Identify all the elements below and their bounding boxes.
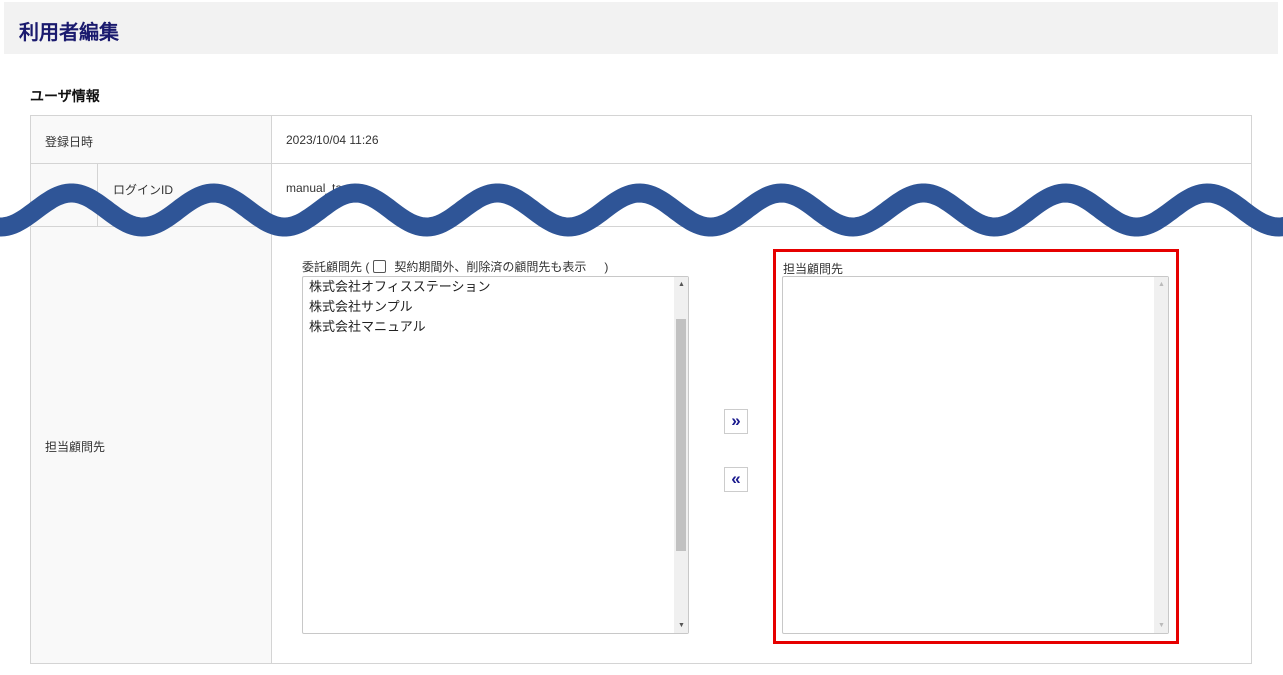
highlight-box [773, 249, 1179, 644]
wave-break-decoration [0, 183, 1283, 237]
registered-label-cell: 登録日時 [30, 115, 272, 164]
page-header: 利用者編集 [4, 2, 1278, 54]
list-item[interactable]: 株式会社オフィスステーション [303, 277, 688, 297]
consigned-advisor-list[interactable]: 株式会社オフィスステーション 株式会社サンプル 株式会社マニュアル ▲ ▼ [302, 276, 689, 634]
wave-line [0, 183, 1283, 237]
registered-value-cell: 2023/10/04 11:26 [271, 115, 1252, 164]
left-list-label: 委託顧問先 ( 契約期間外、削除済の顧問先も表示 ) [302, 258, 608, 275]
advisor-label: 担当顧問先 [45, 440, 106, 454]
list-item[interactable]: 株式会社サンプル [303, 297, 688, 317]
section-title: ユーザ情報 [30, 88, 100, 104]
scroll-up-icon[interactable]: ▲ [678, 281, 685, 288]
left-list-title: 委託顧問先 ( [302, 260, 370, 274]
add-advisor-button[interactable]: » [724, 409, 748, 434]
show-expired-label: 契約期間外、削除済の顧問先も表示 [394, 260, 587, 274]
registered-label: 登録日時 [45, 135, 94, 149]
scroll-down-icon[interactable]: ▼ [678, 622, 685, 629]
list-item[interactable]: 株式会社マニュアル [303, 317, 688, 337]
registered-value: 2023/10/04 11:26 [286, 133, 379, 147]
advisor-label-cell: 担当顧問先 [30, 226, 272, 664]
page-title: 利用者編集 [19, 22, 119, 44]
scrollbar-thumb[interactable] [676, 319, 686, 551]
show-expired-checkbox[interactable] [373, 260, 387, 273]
left-list-suffix: ) [604, 259, 609, 274]
scrollbar[interactable]: ▲ ▼ [674, 277, 688, 633]
remove-advisor-button[interactable]: « [724, 467, 748, 492]
